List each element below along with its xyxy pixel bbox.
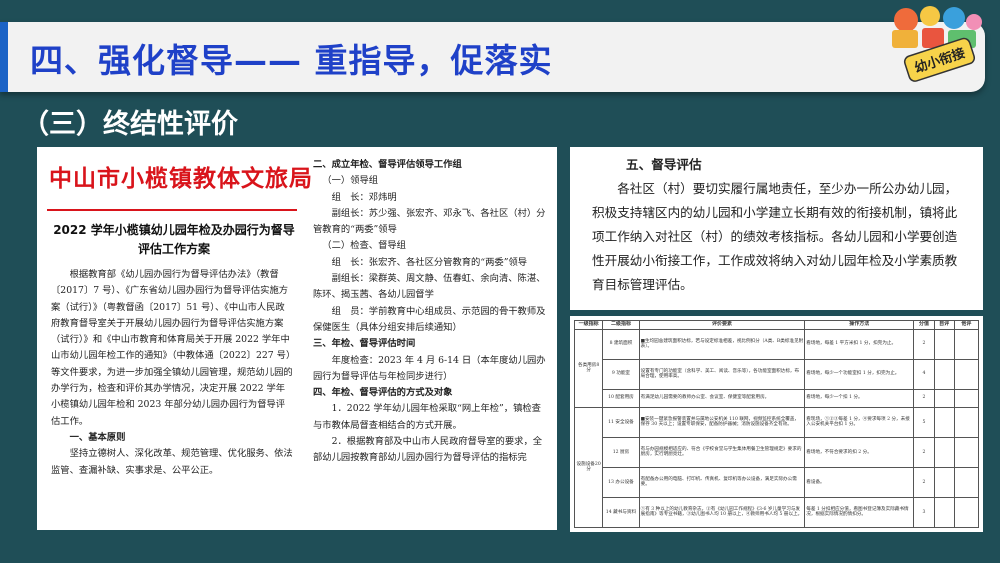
score-cell: 2 [913, 466, 935, 498]
empty-eval-cell [953, 358, 980, 390]
document-left-column: 根据教育部《幼儿园办园行为督导评估办法》（教督〔2017〕7 号）、《广东省幼儿… [51, 267, 293, 479]
operation-cell: 看设备。 [804, 466, 915, 498]
table-header-cell: 评价要素 [638, 320, 806, 330]
empty-eval-cell [933, 358, 955, 390]
document-line: 1．2022 学年幼儿园年检采取“网上年检”，镇检查与市教体局督查相结合的方式开… [313, 403, 541, 431]
document-line: 组 员：学前教育中心组成员、示范园的骨干教师及保健医生（具体分组安排后续通知） [313, 305, 546, 333]
empty-eval-cell [933, 466, 955, 498]
level2-cell: 13 办公设备 [602, 466, 640, 498]
operation-cell: 看现场，①②③每差 1 分，④要求每项 2 分，未接入公安机关平台扣 1 分。 [804, 406, 915, 438]
operation-cell: 看场地，每少一个扣 1 分。 [804, 388, 915, 408]
score-cell: 5 [913, 406, 935, 438]
supervision-panel: 五、督导评估 各社区（村）要切实履行属地责任，至少办一所公办幼儿园，积极支持辖区… [570, 147, 983, 310]
section-heading: 二、成立年检、督导评估领导工作组 [313, 159, 462, 170]
table-header-cell: 二级指标 [602, 320, 640, 330]
score-cell: 2 [913, 328, 935, 360]
empty-eval-cell [933, 328, 955, 360]
table-row: 10 配套用房 有满足幼儿园需要的教师办公室、会议室、保健室等配套用房。 看场地，每… [575, 388, 980, 408]
header-divider [47, 209, 297, 211]
document-image-panel: 中山市小榄镇教体文旅局 2022 学年小榄镇幼儿园年检及办园行为督导评估工作方案… [37, 147, 557, 530]
score-cell: 4 [913, 358, 935, 390]
score-cell: 3 [913, 496, 935, 529]
table-header-cell: 他评 [953, 320, 980, 330]
requirement-cell: 有配备办公用的电脑、打印机、传真机、复印机等办公设备，满足实际办公需要。 [638, 466, 806, 498]
section-heading: 四、年检、督导评估的方式及对象 [313, 387, 453, 399]
document-line: 组 长：张宏齐、各社区分管教育的“两委”领导 [331, 256, 528, 268]
level1-cell: 各类用房8分 [573, 328, 604, 408]
empty-eval-cell [953, 436, 980, 468]
requirement-cell: 有满足幼儿园需要的教师办公室、会议室、保健室等配套用房。 [638, 388, 806, 408]
level2-cell: 14 藏书与资料 [602, 496, 640, 529]
empty-eval-cell [953, 406, 980, 438]
level1-cell: 设施设备20分 [573, 406, 604, 529]
section-subtitle: （三）终结性评价 [22, 109, 238, 140]
operation-cell: 看场地，每少一个功能室扣 1 分，扣完为止。 [804, 358, 915, 390]
document-line: （二）检查、督导组 [322, 240, 406, 252]
document-header: 中山市小榄镇教体文旅局 [49, 165, 313, 192]
table-header-cell: 分值 [913, 320, 935, 330]
level2-cell: 8 建筑面积 [602, 328, 640, 360]
table-row: 13 办公设备 有配备办公用的电脑、打印机、传真机、复印机等办公设备，满足实际办公… [575, 466, 980, 498]
empty-eval-cell [953, 496, 980, 529]
slide-title: 四、强化督导—— 重指导，促落实 [30, 41, 553, 80]
document-line: 副组长：苏少强、张宏齐、邓永飞、各社区（村）分管教育的“两委”领导 [313, 207, 546, 236]
document-line: 组 长：邓炜明 [331, 191, 397, 203]
section-heading: 三、年检、督导评估时间 [313, 338, 416, 350]
empty-eval-cell [953, 328, 980, 360]
empty-eval-cell [933, 406, 955, 438]
empty-eval-cell [933, 496, 955, 529]
operation-cell: 看场地，不符合要求的扣 2 分。 [804, 436, 915, 468]
document-title: 2022 学年小榄镇幼儿园年检及办园行为督导评估工作方案 [53, 223, 295, 256]
evaluation-table: 一级指标 二级指标 评价要素 操作方法 分值 自评 他评 各类用房8分 8 建筑面积 ■生均园舍… [573, 320, 980, 529]
level2-cell: 12 厨房 [602, 436, 640, 468]
document-line: 副组长：梁群英、周文静、伍春虹、余向清、陈湛、陈环、揭玉茜、各幼儿园督学 [313, 273, 546, 301]
requirement-cell: ①有 3 种以上的幼儿教育杂志，②有《幼儿园工作规程》《3-6 岁儿童学习与发展… [638, 496, 806, 529]
level2-cell: 11 安全设备 [602, 406, 640, 438]
document-line: 年度检查：2023 年 4 月 6-14 日（本年度幼儿园办园行为督导评估与年检… [313, 354, 546, 382]
table-row: 14 藏书与资料 ①有 3 种以上的幼儿教育杂志，②有《幼儿园工作规程》《3-6 … [575, 496, 980, 529]
table-row: 12 厨房 有与办园规模相适应的、符合《学校食堂与学生集体用餐卫生管理规定》要求的… [575, 436, 980, 468]
document-line: （一）领导组 [322, 175, 379, 187]
score-cell: 2 [913, 388, 935, 408]
requirement-cell: ■生均园舍建筑面积达标，若与设定标准相差，视比例扣分（A类、B类标准见附表）。 [638, 328, 806, 360]
requirement-cell: 有与办园规模相适应的、符合《学校食堂与学生集体用餐卫生管理规定》要求的厨房，实行… [638, 436, 806, 468]
empty-eval-cell [953, 466, 980, 498]
operation-cell: 看场地，每差 1 平方米扣 1 分，扣完为止。 [804, 328, 915, 360]
table-row: 设施设备20分 11 安全设备 ■安装一键紧急报警装置并与属地公安机关 110 联网… [573, 406, 980, 529]
section-text: 坚持立德树人、深化改革、规范管理、优化服务、依法监管、查漏补缺、实事求是、公平公… [51, 448, 293, 476]
table-header-row: 一级指标 二级指标 评价要素 操作方法 分值 自评 他评 [573, 320, 980, 330]
operation-cell: 每差 1 分扣相应分值，看图书登记簿及实际藏书情况，根据实际情况酌情扣分。 [804, 496, 915, 529]
empty-eval-cell [933, 436, 955, 468]
score-cell: 2 [913, 436, 935, 468]
document-line: 2．根据教育部及中山市人民政府督导室的要求，全部幼儿园按教育部幼儿园办园行为督导… [313, 436, 543, 464]
empty-eval-cell [933, 388, 955, 408]
supervision-heading: 五、督导评估 [626, 157, 702, 172]
slide-title-bar: 四、强化督导—— 重指导，促落实 [0, 22, 985, 92]
section-heading: 一、基本原则 [69, 431, 126, 443]
requirement-cell: 设置有专门的功能室（含科学、美工、阅读、音乐等），各功能室面积达标，布局合理，使… [638, 358, 806, 390]
document-right-column: 二、成立年检、督导评估领导工作组 （一）领导组组 长：邓炜明副组长：苏少强、张宏齐… [313, 157, 547, 467]
supervision-text: 各社区（村）要切实履行属地责任，至少办一所公办幼儿园，积极支持辖区内的幼儿园和小… [592, 181, 958, 292]
evaluation-table-panel: 一级指标 二级指标 评价要素 操作方法 分值 自评 他评 各类用房8分 8 建筑面积 ■生均园舍… [570, 316, 983, 532]
title-accent-stripe [0, 22, 8, 92]
level2-cell: 9 功能室 [602, 358, 640, 390]
kindergarten-logo: 幼小衔接 [892, 6, 982, 82]
intro-paragraph: 根据教育部《幼儿园办园行为督导评估办法》（教督〔2017〕7 号）、《广东省幼儿… [51, 269, 293, 427]
table-header-cell: 一级指标 [573, 320, 604, 330]
table-header-cell: 操作方法 [804, 320, 915, 330]
table-row: 各类用房8分 8 建筑面积 ■生均园舍建筑面积达标，若与设定标准相差，视比例扣分（A… [573, 328, 980, 408]
empty-eval-cell [953, 388, 980, 408]
level2-cell: 10 配套用房 [602, 388, 640, 408]
table-row: 9 功能室 设置有专门的功能室（含科学、美工、阅读、音乐等），各功能室面积达标，布… [575, 358, 980, 390]
table-header-cell: 自评 [933, 320, 955, 330]
requirement-cell: ■安装一键紧急报警装置并与属地公安机关 110 联网，视频监控系统全覆盖，保存 … [638, 406, 806, 438]
